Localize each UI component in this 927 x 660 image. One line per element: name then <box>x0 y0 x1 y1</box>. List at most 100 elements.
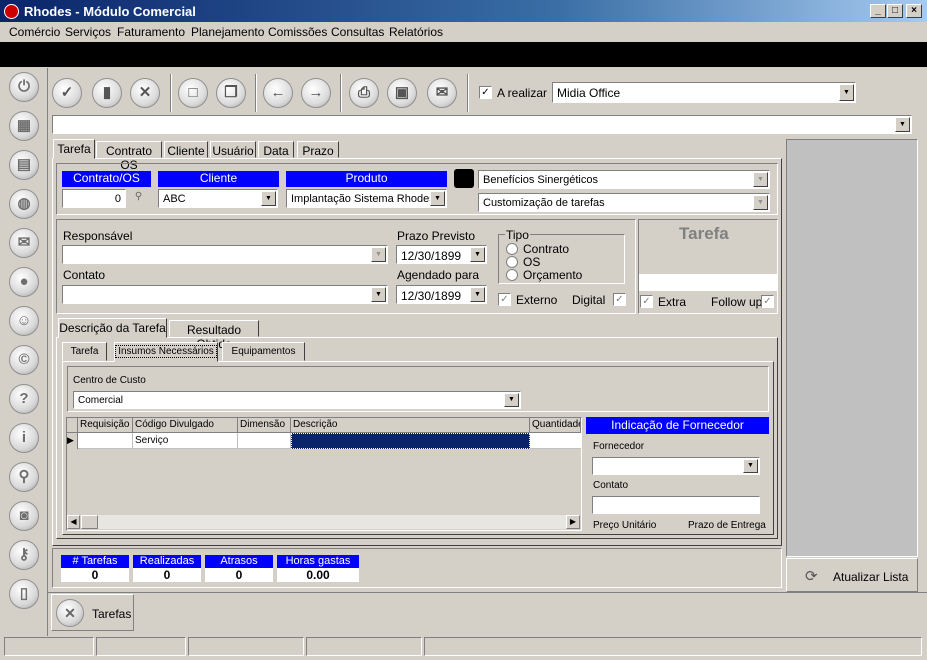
radio-os[interactable] <box>506 256 518 268</box>
table-cell-descricao[interactable] <box>291 433 530 449</box>
tab-descricao-tarefa[interactable]: Descrição da Tarefa <box>58 318 167 338</box>
extra-checkbox[interactable]: ✓ <box>640 295 653 308</box>
scroll-right-icon[interactable]: ▶ <box>566 515 580 529</box>
follow-up-checkbox[interactable]: ✓ <box>761 295 774 308</box>
digital-checkbox[interactable]: ✓ <box>613 293 626 306</box>
info-icon[interactable]: i <box>9 423 39 453</box>
produto-select[interactable]: Implantação Sistema Rhodes ▼ <box>286 189 447 208</box>
maximize-button[interactable]: □ <box>887 4 903 18</box>
grid-header-descricao[interactable]: Descrição <box>291 418 530 433</box>
calculator-icon[interactable]: ▦ <box>9 111 39 141</box>
horizontal-scrollbar-track[interactable] <box>98 515 566 529</box>
color-swatch[interactable] <box>454 169 474 188</box>
menu-comissoes[interactable]: Comissões <box>268 25 327 39</box>
prazo-date-picker[interactable]: 12/30/1899 ▼ <box>396 245 487 264</box>
tab-usuario[interactable]: Usuário <box>210 141 256 158</box>
atualizar-lista-button[interactable]: ⟳ Atualizar Lista <box>786 558 918 592</box>
menu-faturamento[interactable]: Faturamento <box>117 25 185 39</box>
a-realizar-checkbox[interactable]: ✓ <box>479 86 492 99</box>
minimize-button[interactable]: _ <box>870 4 886 18</box>
chevron-down-icon[interactable]: ▼ <box>753 195 768 210</box>
menu-consultas[interactable]: Consultas <box>331 25 384 39</box>
grid-header-codigo[interactable]: Código Divulgado <box>133 418 238 433</box>
tab-prazo[interactable]: Prazo <box>297 141 339 158</box>
cliente-select[interactable]: ABC ▼ <box>158 189 278 208</box>
company-select[interactable]: Midia Office ▼ <box>552 82 856 103</box>
tab-contrato-os[interactable]: Contrato OS <box>96 141 162 172</box>
globe-icon[interactable]: ◍ <box>9 189 39 219</box>
chevron-down-icon[interactable]: ▼ <box>470 287 485 302</box>
print-icon[interactable]: ⎙ <box>349 78 379 108</box>
chevron-down-icon[interactable]: ▼ <box>261 191 276 206</box>
menu-servicos[interactable]: Serviços <box>65 25 111 39</box>
chevron-down-icon[interactable]: ▼ <box>371 287 386 302</box>
chevron-down-icon[interactable]: ▼ <box>371 247 386 262</box>
produto-value: Implantação Sistema Rhodes <box>291 193 435 205</box>
agendado-date-picker[interactable]: 12/30/1899 ▼ <box>396 285 487 304</box>
window-icon[interactable]: □ <box>178 78 208 108</box>
mail-icon[interactable]: ✉ <box>9 228 39 258</box>
new-document-icon[interactable]: ▮ <box>92 78 122 108</box>
close-window-button[interactable]: × <box>906 4 922 18</box>
search-combobox[interactable]: ▼ <box>52 115 912 134</box>
grid-header-dimensao[interactable]: Dimensão <box>238 418 291 433</box>
table-cell-codigo[interactable]: Serviço <box>133 433 238 449</box>
power-icon[interactable]: ⏻ <box>9 72 39 102</box>
cancel-icon[interactable]: ✕ <box>130 78 160 108</box>
tab-inner-tarefa[interactable]: Tarefa <box>62 342 107 361</box>
chevron-down-icon[interactable]: ▼ <box>839 84 854 101</box>
externo-checkbox[interactable]: ✓ <box>498 293 511 306</box>
chevron-down-icon[interactable]: ▼ <box>743 459 758 473</box>
user-icon[interactable]: ☺ <box>9 306 39 336</box>
cascade-icon[interactable]: ❐ <box>216 78 246 108</box>
grid-header-requisicao[interactable]: Requisição <box>78 418 133 433</box>
tab-resultado-obtido[interactable]: Resultado Obtido <box>169 320 259 351</box>
calendar-icon[interactable]: ▤ <box>9 150 39 180</box>
chevron-down-icon[interactable]: ▼ <box>504 393 519 407</box>
centro-select[interactable]: Comercial ▼ <box>73 391 521 409</box>
clipboard-icon[interactable]: ▣ <box>387 78 417 108</box>
table-row[interactable]: Serviço <box>78 433 581 449</box>
beneficios-select[interactable]: Benefícios Sinergéticos ▼ <box>478 170 770 189</box>
menu-comercio[interactable]: Comércio <box>9 25 60 39</box>
key-icon[interactable]: ⚷ <box>9 540 39 570</box>
camera-icon[interactable]: ◙ <box>9 501 39 531</box>
close-task-icon[interactable]: ✕ <box>56 599 84 627</box>
tarefas-window-tab[interactable]: ✕ Tarefas <box>51 594 134 631</box>
arrow-right-icon[interactable]: → <box>301 78 331 108</box>
radio-contrato[interactable] <box>506 243 518 255</box>
horizontal-scrollbar-thumb[interactable] <box>81 515 98 529</box>
scroll-left-icon[interactable]: ◀ <box>67 515 80 529</box>
table-cell-requisicao[interactable] <box>78 433 133 449</box>
menu-relatorios[interactable]: Relatórios <box>389 25 443 39</box>
help-icon[interactable]: ? <box>9 384 39 414</box>
lookup-icon[interactable]: ⚲ <box>131 191 146 206</box>
chevron-down-icon[interactable]: ▼ <box>470 247 485 262</box>
search-icon[interactable]: ⚲ <box>9 462 39 492</box>
menu-planejamento[interactable]: Planejamento <box>191 25 264 39</box>
table-cell-quantidade[interactable] <box>530 433 581 449</box>
table-cell-dimensao[interactable] <box>238 433 291 449</box>
tab-equipamentos[interactable]: Equipamentos <box>222 342 305 361</box>
chevron-down-icon[interactable]: ▼ <box>430 191 445 206</box>
grid-header-quantidade[interactable]: Quantidade <box>530 418 581 433</box>
customizacao-select[interactable]: Customização de tarefas ▼ <box>478 193 770 212</box>
tab-cliente[interactable]: Cliente <box>164 141 208 158</box>
fornecedor-select[interactable]: ▼ <box>592 457 760 475</box>
copyright-icon[interactable]: © <box>9 345 39 375</box>
tab-insumos[interactable]: Insumos Necessários <box>114 342 218 362</box>
chevron-down-icon[interactable]: ▼ <box>895 117 910 132</box>
arrow-left-icon[interactable]: ← <box>263 78 293 108</box>
chevron-down-icon[interactable]: ▼ <box>753 172 768 187</box>
confirm-icon[interactable]: ✓ <box>52 78 82 108</box>
email-icon[interactable]: ✉ <box>427 78 457 108</box>
contato-select[interactable]: ▼ <box>62 285 388 304</box>
chat-icon[interactable]: ● <box>9 267 39 297</box>
tab-tarefa[interactable]: Tarefa <box>53 139 95 159</box>
phone-icon[interactable]: ▯ <box>9 579 39 609</box>
radio-orcamento[interactable] <box>506 269 518 281</box>
tab-data[interactable]: Data <box>258 141 294 158</box>
contrato-input[interactable]: 0 <box>62 189 126 208</box>
fornecedor-contato-input[interactable] <box>592 496 760 514</box>
responsavel-select[interactable]: ▼ <box>62 245 388 264</box>
